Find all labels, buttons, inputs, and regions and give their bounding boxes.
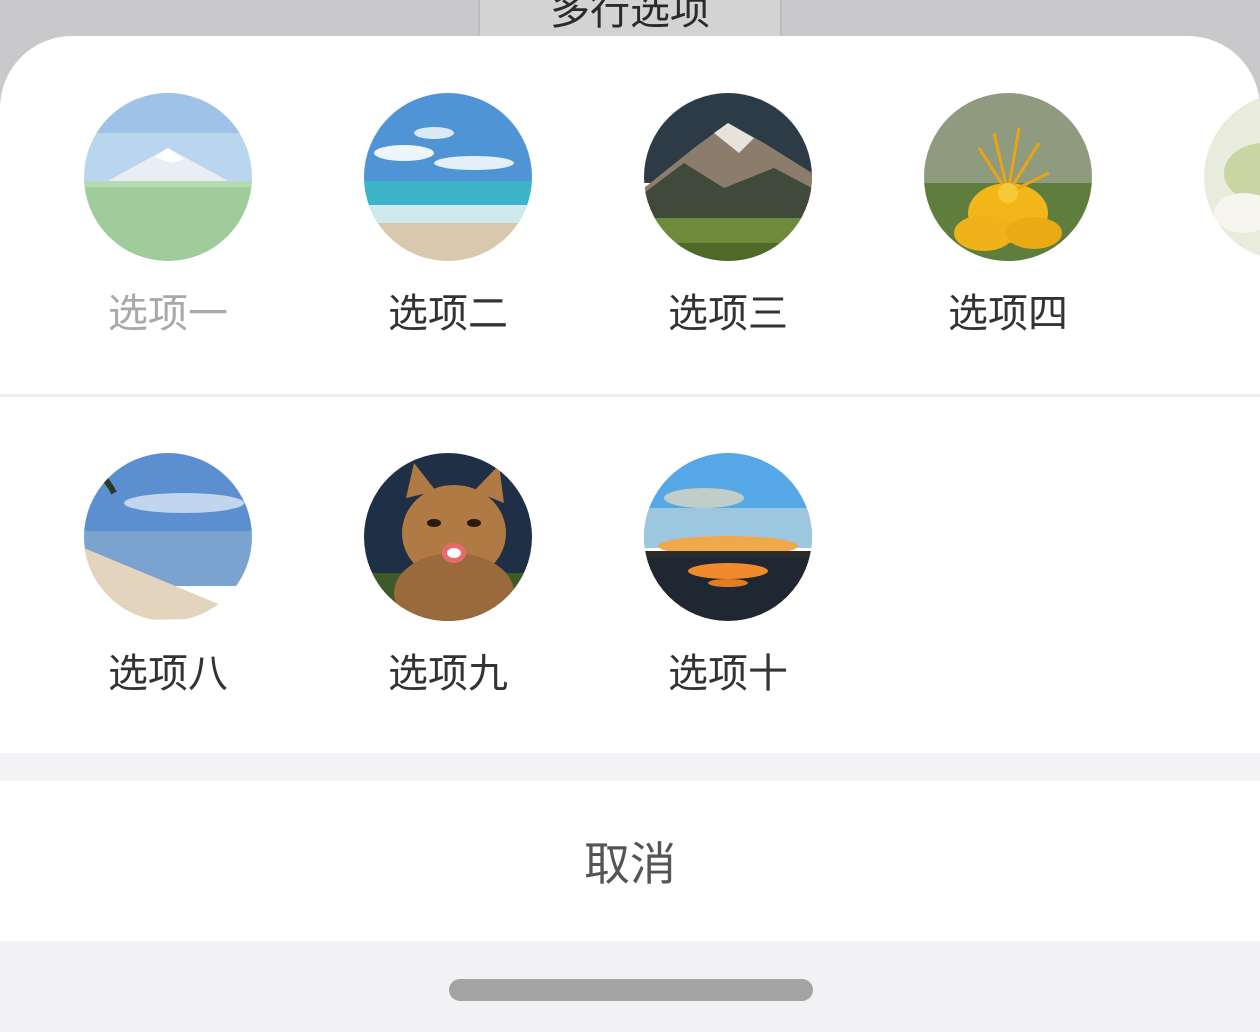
section-gap [0,753,1260,781]
option-3[interactable]: 选项三 [618,93,838,337]
sunset-lake-icon [644,453,812,621]
yellow-flower-icon [924,93,1092,261]
option-2-label: 选项二 [388,291,508,337]
shoreline-icon [84,453,252,621]
rocky-mountain-icon [644,93,812,261]
option-10-label: 选项十 [668,651,788,697]
action-sheet: 选项一 选项二 选项三 选项四 选项八 选项九 选项十 取消 [0,36,1260,1032]
options-row-1: 选项一 选项二 选项三 选项四 [0,93,1260,337]
mountain-snow-icon [84,93,252,261]
multiline-options-button[interactable]: 多行选项 [478,0,782,38]
option-9[interactable]: 选项九 [338,453,558,697]
option-2[interactable]: 选项二 [338,93,558,337]
home-indicator-area [0,941,1260,1032]
option-1: 选项一 [58,93,278,337]
home-indicator[interactable] [449,979,813,1001]
option-3-label: 选项三 [668,291,788,337]
options-row-2: 选项八 选项九 选项十 [0,453,1260,697]
kitten-icon [364,453,532,621]
option-1-label: 选项一 [108,291,228,337]
cancel-button[interactable]: 取消 [0,781,1260,941]
row-divider [0,394,1260,397]
option-9-label: 选项九 [388,651,508,697]
option-10[interactable]: 选项十 [618,453,838,697]
option-4[interactable]: 选项四 [898,93,1118,337]
option-5[interactable]: 选 [1178,93,1260,337]
white-flower-icon [1204,93,1260,261]
option-4-label: 选项四 [948,291,1068,337]
option-8[interactable]: 选项八 [58,453,278,697]
option-8-label: 选项八 [108,651,228,697]
option-5-label: 选 [1178,291,1260,337]
beach-waves-icon [364,93,532,261]
